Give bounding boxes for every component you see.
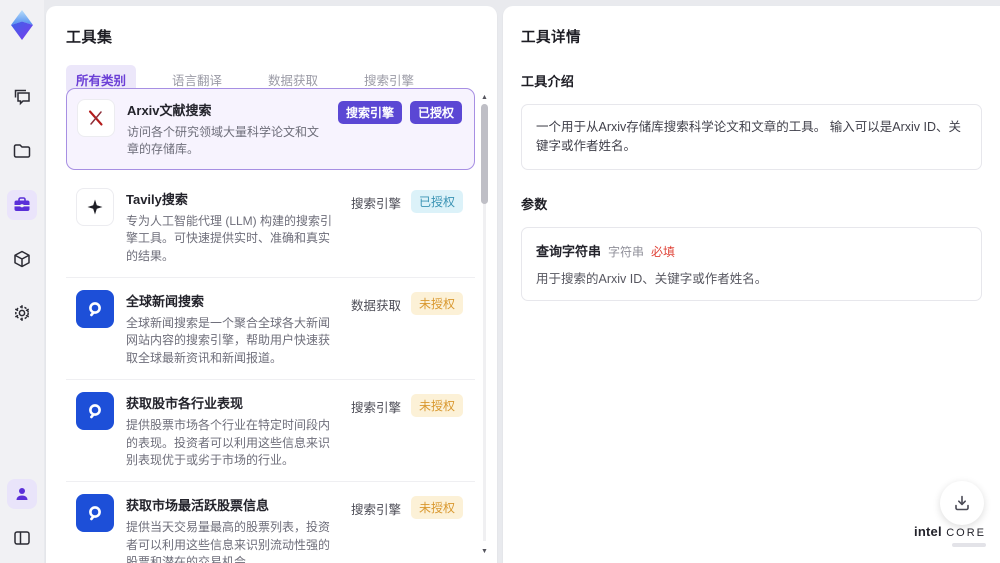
- tool-name: Tavily搜索: [126, 191, 188, 207]
- intro-box: 一个用于从Arxiv存储库搜索科学论文和文章的工具。 输入可以是Arxiv ID…: [521, 104, 982, 170]
- sidebar-rail: [0, 0, 44, 563]
- param-desc: 用于搜索的Arxiv ID、关键字或作者姓名。: [536, 271, 768, 286]
- scrollbar-up-arrow[interactable]: ▲: [481, 94, 488, 101]
- category-badge: 搜索引擎: [337, 101, 402, 124]
- intel-core-logo: intel core: [914, 523, 986, 547]
- sidebar-item-settings[interactable]: [7, 298, 37, 328]
- scrollbar-down-arrow[interactable]: ▼: [481, 548, 488, 555]
- download-icon: [952, 493, 972, 513]
- param-card: 查询字符串 字符串 必填 用于搜索的Arxiv ID、关键字或作者姓名。: [521, 226, 982, 301]
- tool-name: 获取市场最活跃股票信息: [126, 498, 270, 514]
- folder-icon: [12, 141, 32, 161]
- params-heading: 参数: [521, 196, 548, 212]
- download-button[interactable]: [940, 481, 984, 525]
- category-tabs: 所有类别 语言翻译 数据获取 搜索引擎: [46, 47, 497, 94]
- tool-card-stock-sectors[interactable]: 获取股市各行业表现 提供股票市场各个行业在特定时间段内的表现。投资者可以利用这些…: [66, 379, 475, 481]
- tool-list-scrollbar[interactable]: ▲ ▼: [481, 94, 488, 555]
- param-name: 查询字符串: [536, 243, 602, 259]
- sidebar-item-tools[interactable]: [7, 190, 37, 220]
- status-badge: 已授权: [410, 189, 463, 213]
- param-required-badge: 必填: [651, 244, 676, 259]
- cube-icon: [12, 249, 32, 269]
- tool-card-active-stocks[interactable]: 获取市场最活跃股票信息 提供当天交易量最高的股票列表，投资者可以利用这些信息来识…: [66, 481, 475, 563]
- gear-icon: [12, 303, 32, 323]
- intel-brand-text: intel: [914, 524, 942, 539]
- category-label: 数据获取: [350, 298, 401, 313]
- tool-desc: 专为人工智能代理 (LLM) 构建的搜索引擎工具。可快速提供实时、准确和真实的结…: [126, 213, 333, 263]
- tools-panel: 工具集 所有类别 语言翻译 数据获取 搜索引擎 Arxiv文献搜索 访问各个研究…: [46, 6, 497, 563]
- category-label: 搜索引擎: [350, 196, 401, 211]
- category-label: 搜索引擎: [350, 503, 401, 518]
- status-badge: 未授权: [410, 291, 463, 315]
- core-product-text: core: [946, 527, 986, 539]
- intro-heading: 工具介绍: [521, 74, 575, 89]
- chat-icon: [12, 87, 32, 107]
- sidebar-item-files[interactable]: [7, 136, 37, 166]
- sidebar-item-chat[interactable]: [7, 82, 37, 112]
- panel-layout-icon: [12, 528, 32, 548]
- toolbox-icon: [12, 195, 32, 215]
- scrollbar-thumb[interactable]: [481, 104, 488, 204]
- active-stocks-icon: [76, 494, 114, 533]
- tool-desc: 提供股票市场各个行业在特定时间段内的表现。投资者可以利用这些信息来识别表现优于或…: [126, 418, 331, 467]
- user-icon: [13, 485, 31, 503]
- intel-logo-sub-mark: [952, 543, 986, 547]
- tool-card-arxiv[interactable]: Arxiv文献搜索 访问各个研究领域大量科学论文和文章的存储库。 搜索引擎 已授…: [66, 88, 475, 170]
- status-badge: 未授权: [410, 394, 463, 418]
- tool-list: Arxiv文献搜索 访问各个研究领域大量科学论文和文章的存储库。 搜索引擎 已授…: [66, 88, 475, 563]
- sidebar-item-account[interactable]: [7, 479, 37, 509]
- page-title: 工具集: [66, 29, 113, 46]
- tool-detail-panel: 工具详情 工具介绍 一个用于从Arxiv存储库搜索科学论文和文章的工具。 输入可…: [503, 6, 1000, 563]
- tool-desc: 访问各个研究领域大量科学论文和文章的存储库。: [127, 125, 320, 157]
- sidebar-item-packages[interactable]: [7, 244, 37, 274]
- app-logo-icon: [6, 8, 38, 42]
- tool-name: Arxiv文献搜索: [127, 103, 212, 118]
- tool-name: 获取股市各行业表现: [126, 396, 244, 412]
- detail-title: 工具详情: [521, 30, 581, 46]
- tool-desc: 提供当天交易量最高的股票列表，投资者可以利用这些信息来识别流动性强的股票和潜在的…: [126, 520, 331, 563]
- category-label: 搜索引擎: [350, 401, 401, 416]
- global-news-icon: [76, 289, 114, 328]
- sidebar-item-collapse[interactable]: [7, 523, 37, 553]
- tool-desc: 全球新闻搜索是一个聚合全球各大新闻网站内容的搜索引擎，帮助用户快速获取全球最新资…: [126, 315, 331, 365]
- status-badge: 已授权: [409, 101, 462, 124]
- status-badge: 未授权: [410, 496, 463, 520]
- arxiv-logo-icon: [77, 99, 115, 137]
- param-type: 字符串: [608, 244, 645, 259]
- tavily-star-icon: [76, 187, 114, 226]
- stock-sector-icon: [76, 392, 114, 431]
- tool-card-tavily[interactable]: Tavily搜索 专为人工智能代理 (LLM) 构建的搜索引擎工具。可快速提供实…: [66, 176, 475, 277]
- tool-name: 全球新闻搜索: [126, 293, 205, 309]
- tool-card-global-news[interactable]: 全球新闻搜索 全球新闻搜索是一个聚合全球各大新闻网站内容的搜索引擎，帮助用户快速…: [66, 276, 475, 379]
